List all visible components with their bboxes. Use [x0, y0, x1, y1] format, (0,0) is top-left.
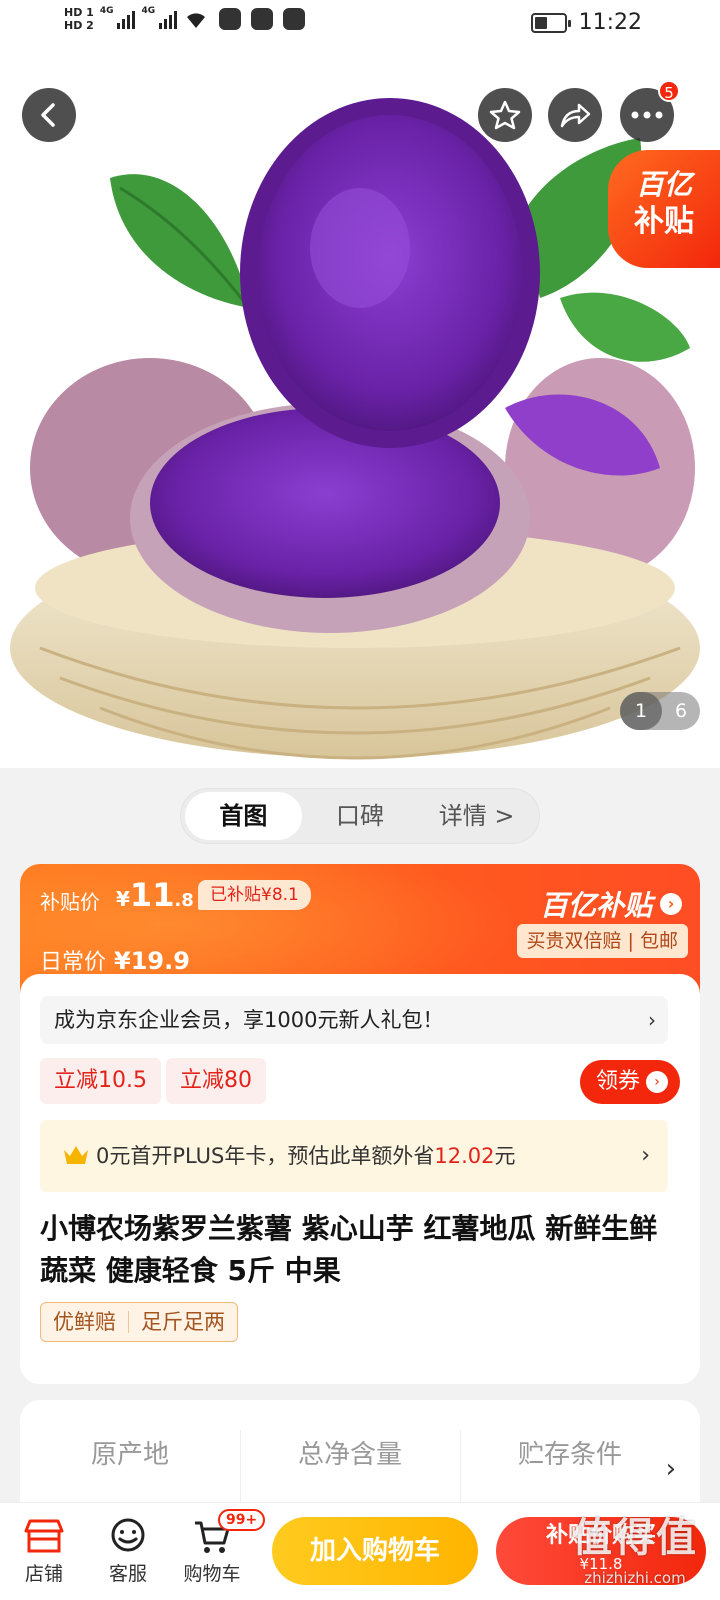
more-dots-icon — [631, 111, 663, 119]
pager-current: 1 — [620, 692, 662, 730]
get-coupon-button[interactable]: 领券 › — [579, 1060, 680, 1104]
back-arrow-icon — [41, 103, 55, 127]
signal2-icon — [159, 9, 178, 29]
cart-count-badge: 99+ — [218, 1509, 266, 1531]
more-button[interactable]: 5 — [620, 80, 680, 142]
spec-net-weight: 总净含量 — [297, 1440, 402, 1470]
customer-service-button[interactable]: 客服 — [88, 1513, 168, 1586]
buy-button-label: 补贴价购买 — [545, 1523, 656, 1548]
chevron-right-icon: › — [648, 1008, 656, 1032]
chevron-right-icon: › — [660, 893, 682, 915]
clock: 11:22 — [578, 10, 642, 35]
tab-main-image[interactable]: 首图 — [185, 792, 302, 840]
status-bar: HD 1 HD 2 4G 4G 11:22 — [0, 0, 720, 48]
plus-membership-banner[interactable]: 0元首开PLUS年卡，预估此单额外省12.02元 › — [40, 1120, 668, 1192]
crown-icon — [64, 1146, 88, 1164]
sim2-label: HD 2 — [64, 19, 94, 32]
add-to-cart-button[interactable]: 加入购物车 — [272, 1517, 478, 1585]
buy-button-price: ¥11.8 — [579, 1555, 623, 1573]
guarantee-badge: 买贵双倍赔 | 包邮 — [516, 924, 688, 958]
network1-label: 4G — [99, 6, 114, 16]
cart-label: 购物车 — [183, 1563, 241, 1585]
notification-app2-icon — [283, 8, 306, 30]
spec-storage: 贮存条件 — [517, 1440, 622, 1470]
sim1-label: HD 1 — [64, 6, 94, 19]
billion-subsidy-link[interactable]: 百亿补贴 › — [540, 884, 682, 924]
subsidy-flag-badge: 百亿 补贴 — [608, 150, 720, 268]
daily-price: 日常价 ¥19.9 — [40, 947, 190, 975]
spec-origin: 原产地 — [90, 1440, 169, 1470]
message-count-badge: 5 — [658, 80, 680, 102]
subsidy-flag-line2: 补贴 — [634, 204, 694, 239]
subsidy-price: ¥11.8 — [116, 876, 194, 914]
sim-labels: HD 1 HD 2 — [64, 6, 94, 32]
product-info-card: 补贴价 ¥11.8 已补贴¥8.1 日常价 ¥19.9 百亿补贴 › 买贵双倍赔 |… — [20, 864, 700, 1384]
favorite-button[interactable] — [478, 88, 532, 142]
bottom-action-bar: 店铺 客服 99+ 购物车 加入购物车 补贴价购买 ¥11.8 值得值 zhiz… — [0, 1502, 720, 1600]
notification-app-icon — [219, 8, 242, 30]
pager-total: 6 — [674, 700, 688, 722]
product-photo — [10, 98, 700, 760]
coupon-tag-1[interactable]: 立减10.5 — [40, 1058, 161, 1104]
service-tag-weight: 足斤足两 — [141, 1310, 225, 1334]
tab-details[interactable]: 详情 > — [418, 792, 535, 840]
image-pager: 1 6 — [620, 692, 700, 730]
chevron-right-icon: › — [665, 1454, 676, 1484]
product-title: 小博农场紫罗兰紫薯 紫心山芋 红薯地瓜 新鲜生鲜蔬菜 健康轻食 5斤 中果 — [40, 1212, 658, 1287]
subsidy-flag-line1: 百亿 — [635, 168, 692, 201]
back-button[interactable] — [22, 88, 76, 142]
store-button[interactable]: 店铺 — [4, 1513, 84, 1586]
chat-smile-icon — [111, 1518, 145, 1552]
chevron-right-icon: › — [646, 1071, 668, 1093]
signal1-icon — [117, 9, 136, 29]
wechat-icon — [251, 8, 274, 30]
enterprise-member-banner[interactable]: 成为京东企业会员，享1000元新人礼包！ › — [40, 996, 668, 1044]
tab-reviews[interactable]: 口碑 — [302, 792, 419, 840]
battery-icon — [530, 12, 571, 33]
buy-subsidy-button[interactable]: 补贴价购买 ¥11.8 — [496, 1517, 706, 1585]
product-image-gallery[interactable]: 5 百亿 补贴 1 6 — [0, 48, 720, 768]
share-icon — [560, 103, 591, 128]
star-icon — [489, 100, 521, 130]
chevron-right-icon: › — [641, 1143, 650, 1168]
content-tabs: 首图 口碑 详情 > — [180, 788, 540, 844]
coupon-tag-2[interactable]: 立减80 — [166, 1058, 266, 1104]
store-label: 店铺 — [24, 1563, 63, 1585]
cart-button[interactable]: 99+ 购物车 — [172, 1509, 266, 1586]
service-tags[interactable]: 优鲜赔 足斤足两 — [40, 1302, 238, 1342]
subsidy-price-label: 补贴价 — [40, 890, 100, 914]
store-icon — [24, 1519, 64, 1553]
wifi-icon — [183, 8, 209, 30]
service-tag-fresh: 优鲜赔 — [53, 1310, 116, 1334]
status-right: 11:22 — [530, 10, 642, 35]
saved-amount-tag: 已补贴¥8.1 — [198, 880, 311, 910]
network2-label: 4G — [141, 6, 156, 16]
customer-service-label: 客服 — [108, 1563, 147, 1585]
share-button[interactable] — [548, 88, 602, 142]
status-left: HD 1 HD 2 4G 4G — [64, 6, 306, 32]
